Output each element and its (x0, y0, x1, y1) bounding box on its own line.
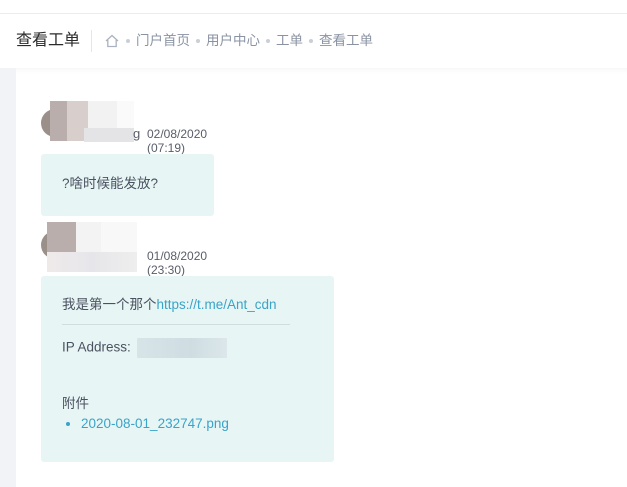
breadcrumb-user-center[interactable]: 用户中心 (206, 32, 260, 50)
attachments-label: 附件 (62, 396, 89, 411)
breadcrumb-portal-home[interactable]: 门户首页 (136, 32, 190, 50)
message-timestamp: 01/08/2020 (23:30) (147, 249, 208, 277)
message-text-line: 我是第一个那个https://t.me/Ant_cdn (62, 293, 277, 313)
message-bubble: ?啥时候能发放? (41, 154, 214, 216)
breadcrumb: 门户首页 用户中心 工单 查看工单 (104, 32, 373, 50)
ip-address-label: IP Address: (62, 339, 131, 355)
home-icon[interactable] (104, 33, 120, 49)
message-text: 我是第一个那个 (62, 297, 157, 312)
breadcrumb-tickets[interactable]: 工单 (276, 32, 303, 50)
ip-address-redacted (136, 338, 227, 358)
author-name-tail: g (133, 126, 141, 141)
left-gutter (0, 68, 16, 487)
breadcrumb-separator (309, 39, 313, 43)
page-header: 查看工单 门户首页 用户中心 工单 查看工单 (0, 14, 627, 68)
breadcrumb-separator (196, 39, 200, 43)
message-bubble: 我是第一个那个https://t.me/Ant_cdn IP Address: … (41, 276, 334, 462)
top-strip (0, 0, 627, 14)
author-name-redacted-strip (84, 128, 134, 142)
attachment-link[interactable]: 2020-08-01_232747.png (81, 416, 229, 431)
breadcrumb-view-ticket: 查看工单 (319, 33, 373, 48)
message-text: ?啥时候能发放? (62, 176, 159, 191)
author-name-redacted-strip (47, 252, 137, 272)
ip-address-row: IP Address: (62, 338, 227, 358)
breadcrumb-separator (266, 39, 270, 43)
page-title: 查看工单 (16, 32, 81, 49)
attachments-list: 2020-08-01_232747.png (41, 416, 229, 431)
telegram-link[interactable]: https://t.me/Ant_cdn (157, 297, 277, 312)
header-divider (91, 30, 92, 52)
message-timestamp: 02/08/2020 (07:19) (147, 127, 208, 155)
divider (62, 324, 290, 325)
breadcrumb-separator (126, 39, 130, 43)
